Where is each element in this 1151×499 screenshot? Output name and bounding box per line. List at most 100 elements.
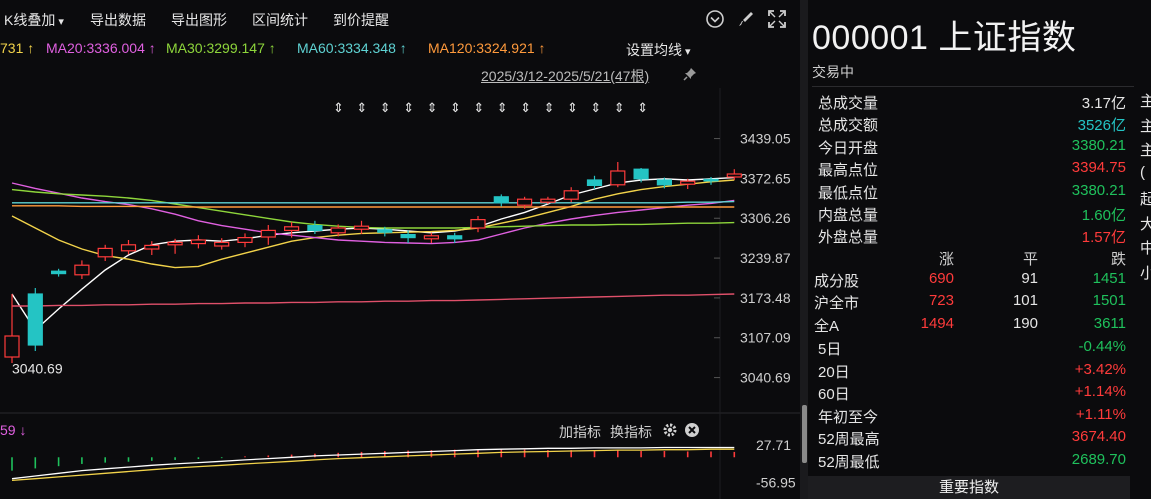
breadth-flat: 91	[1021, 270, 1038, 287]
event-marker-icon: ⇕	[497, 101, 508, 116]
candle-body	[190, 239, 206, 245]
close-icon[interactable]	[684, 422, 700, 438]
event-marker-icon: ⇕	[356, 101, 367, 116]
event-marker-icon: ⇕	[473, 101, 484, 116]
period-row: 20日 +3.42%	[818, 359, 1126, 381]
breadth-up: 690	[928, 270, 954, 287]
period-value: +3.42%	[1074, 360, 1126, 378]
candle-body	[330, 227, 346, 234]
candle-body	[563, 190, 579, 200]
key-index-button[interactable]: 重要指数	[808, 476, 1130, 499]
period-value: +1.11%	[1075, 405, 1126, 423]
side-column-char: 大	[1140, 215, 1151, 233]
period-value: -0.44%	[1078, 338, 1126, 355]
brush-icon[interactable]	[735, 8, 757, 30]
event-marker-icon: ⇕	[520, 101, 531, 116]
period-label: 52周最高	[818, 431, 880, 449]
stat-row: 内盘总量 1.60亿	[818, 202, 1126, 224]
period-row: 年初至今 +1.11%	[818, 404, 1126, 426]
period-value: 2689.70	[1071, 451, 1126, 468]
stat-row: 总成交额 3526亿	[818, 112, 1126, 134]
period-value: +1.14%	[1074, 383, 1126, 401]
ma-settings-button[interactable]: 设置均线 ▾	[626, 40, 691, 60]
candle-body	[97, 247, 113, 258]
candle-body	[377, 229, 393, 233]
period-label: 60日	[818, 386, 850, 404]
stat-row: 最高点位 3394.75	[818, 157, 1126, 179]
stat-row: 总成交量 3.17亿	[818, 90, 1126, 112]
event-marker-icon: ⇕	[544, 101, 555, 116]
candle-body	[726, 173, 742, 178]
side-column: 主主主(起大中小	[1138, 0, 1151, 499]
side-column-char: 中	[1140, 240, 1151, 257]
candle-body	[120, 244, 137, 252]
breadth-up: 1494	[920, 314, 954, 332]
ma-line-ma250	[12, 200, 735, 204]
ma120-value: MA120:3324.921 ↑	[428, 40, 546, 56]
breadth-row: 沪全市 723 101 1501	[814, 290, 1126, 312]
side-column-char: 主	[1140, 142, 1151, 159]
gear-icon[interactable]	[662, 422, 678, 438]
export-data-button[interactable]: 导出数据	[90, 10, 146, 30]
pin-icon[interactable]	[682, 66, 698, 82]
period-label: 52周最低	[818, 454, 880, 471]
breadth-row: 成分股 690 91 1451	[814, 268, 1126, 290]
add-indicator-button[interactable]: 加指标	[559, 422, 601, 442]
price-tick-label: 3439.05	[740, 131, 791, 147]
event-marker-icon: ⇕	[380, 101, 391, 116]
period-row: 60日 +1.14%	[818, 381, 1126, 403]
event-marker-icon: ⇕	[427, 101, 438, 116]
candle-body	[284, 226, 300, 232]
breadth-header: 涨	[938, 251, 954, 268]
date-range-label[interactable]: 2025/3/12-2025/5/21(47根)	[481, 66, 649, 86]
breadth-up: 723	[928, 292, 954, 310]
event-marker-icon: ⇕	[403, 101, 414, 116]
event-marker-icon: ⇕	[590, 101, 601, 116]
breadth-header: 平	[1022, 251, 1038, 268]
breadth-row: 全A 1494 190 3611	[814, 313, 1126, 335]
chart-toolbar: K线叠加 ▾ 导出数据 导出图形 区间统计 到价提醒	[0, 0, 800, 38]
candle-body	[307, 225, 323, 232]
candle-body	[50, 270, 67, 275]
collapse-chevron-icon[interactable]	[704, 8, 726, 30]
price-tick-label: 3372.65	[740, 170, 791, 186]
low-point-label: 3040.69	[12, 361, 63, 377]
event-marker-icon: ⇕	[333, 101, 344, 116]
ma30-value: MA30:3299.147 ↑	[166, 40, 276, 56]
candle-body	[447, 235, 463, 240]
range-stats-button[interactable]: 区间统计	[252, 10, 308, 30]
candle-body	[144, 244, 160, 250]
scrollbar-thumb[interactable]	[802, 405, 807, 463]
candle-body	[237, 237, 253, 244]
candle-body	[260, 229, 276, 238]
period-row: 52周最低 2689.70	[818, 449, 1126, 471]
candle-body	[353, 225, 370, 230]
candle-body	[516, 198, 533, 206]
candle-body	[633, 168, 649, 180]
candle-body	[703, 178, 719, 182]
candle-body	[656, 179, 673, 186]
indicator-value: 59 ↓	[0, 422, 27, 438]
macd-dif-line	[11, 446, 735, 480]
ma-line-ma60	[11, 188, 735, 229]
ma-line-ma500	[12, 293, 735, 307]
stat-value: 3394.75	[1071, 159, 1126, 177]
candle-body	[400, 234, 416, 239]
price-alert-button[interactable]: 到价提醒	[333, 10, 389, 30]
stat-label: 总成交量	[818, 95, 879, 112]
stat-value: 3380.21	[1071, 136, 1126, 154]
candle-body	[680, 180, 696, 185]
stat-label: 最高点位	[818, 162, 879, 180]
price-tick-label: 3107.09	[740, 330, 791, 346]
breadth-down: 1451	[1092, 270, 1126, 287]
stat-label: 今日开盘	[818, 139, 879, 157]
fullscreen-icon[interactable]	[766, 8, 788, 30]
trading-status: 交易中	[812, 64, 854, 80]
event-marker-icon: ⇕	[567, 101, 578, 116]
breadth-label: 沪全市	[814, 295, 860, 313]
period-label: 5日	[818, 341, 842, 358]
kline-overlay-menu[interactable]: K线叠加 ▾	[4, 10, 64, 30]
breadth-header: 跌	[1110, 251, 1126, 268]
switch-indicator-button[interactable]: 换指标	[610, 422, 652, 442]
export-chart-button[interactable]: 导出图形	[171, 10, 227, 30]
